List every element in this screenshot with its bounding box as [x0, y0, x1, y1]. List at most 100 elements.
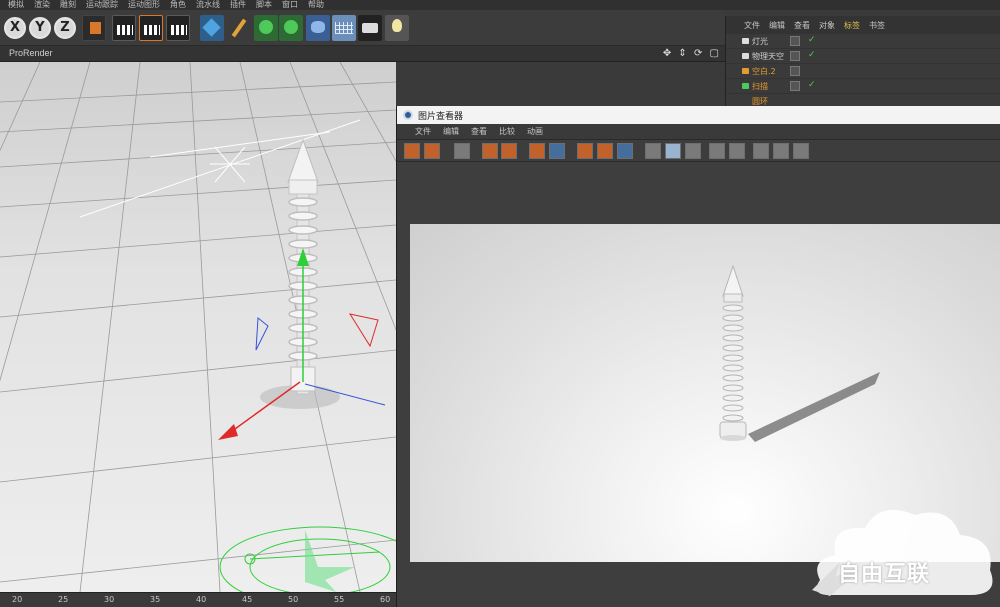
enabled-check-icon[interactable]: ✓ [808, 80, 816, 90]
region-icon[interactable] [454, 143, 470, 159]
om-menu-view[interactable]: 查看 [794, 20, 810, 31]
viewport-navigation-icons[interactable]: ✥ ⇕ ⟳ ▢ [663, 48, 721, 59]
menu-item-sculpt[interactable]: 雕刻 [60, 0, 76, 10]
ruler-tick: 25 [58, 595, 69, 604]
om-menu-object[interactable]: 对象 [819, 20, 835, 31]
object-manager-menu: 文件 编辑 查看 对象 标签 书签 [726, 16, 1000, 34]
cinema4d-logo-icon [403, 110, 413, 120]
object-row-light[interactable]: 灯光 ✓ [726, 34, 1000, 49]
object-row-sweep[interactable]: 扫描 ✓ [726, 79, 1000, 94]
rendered-screw [722, 304, 744, 422]
picture-viewer-titlebar[interactable]: 图片查看器 [397, 106, 1000, 124]
pv-menu-edit[interactable]: 编辑 [443, 126, 459, 137]
menu-item-render[interactable]: 渲染 [34, 0, 50, 10]
ruler-tick: 35 [150, 595, 161, 604]
floor-icon[interactable] [332, 15, 356, 41]
3d-viewport[interactable] [0, 62, 396, 592]
light-gizmo [79, 119, 361, 218]
light-icon[interactable] [385, 15, 409, 41]
menu-item-script[interactable]: 脚本 [256, 0, 272, 10]
picture-viewer-title: 图片查看器 [418, 111, 464, 122]
layout-split-icon[interactable] [773, 143, 789, 159]
camera-icon[interactable] [358, 15, 382, 41]
array-icon[interactable] [279, 15, 303, 41]
subdivision-icon[interactable] [254, 15, 278, 41]
null-object-icon [742, 68, 749, 74]
picture-viewer-menu: 文件 编辑 查看 比较 动画 [397, 124, 1000, 140]
picture-viewer-toolbar [397, 140, 1000, 162]
render-region-icon[interactable] [482, 143, 498, 159]
menu-item-pipeline[interactable]: 流水线 [196, 0, 220, 10]
visibility-toggle[interactable] [790, 81, 800, 91]
menu-item-window[interactable]: 窗口 [282, 0, 298, 10]
floor-grid [0, 62, 396, 592]
ruler-tick: 40 [196, 595, 207, 604]
copy-image-icon[interactable] [529, 143, 545, 159]
render-picture-icon[interactable] [597, 143, 613, 159]
z-axis-lock-button[interactable]: Z [54, 17, 76, 39]
sky-object-icon [742, 53, 749, 59]
object-name: 空白.2 [752, 67, 776, 76]
app-window: 模拟 渲染 雕刻 运动跟踪 运动图形 角色 流水线 插件 脚本 窗口 帮助 X … [0, 0, 1000, 607]
object-name: 扫描 [752, 82, 768, 91]
om-menu-file[interactable]: 文件 [744, 20, 760, 31]
sweep-object-icon [742, 83, 749, 89]
open-image-icon[interactable] [404, 143, 420, 159]
render-view-icon[interactable] [112, 15, 136, 41]
enabled-check-icon[interactable]: ✓ [808, 50, 816, 60]
paste-image-icon[interactable] [549, 143, 565, 159]
om-menu-tags[interactable]: 标签 [844, 20, 860, 31]
deformer-icon[interactable] [306, 15, 330, 41]
set-a-icon[interactable] [709, 143, 725, 159]
om-menu-bookmarks[interactable]: 书签 [869, 20, 885, 31]
pv-menu-compare[interactable]: 比较 [499, 126, 515, 137]
ruler-tick: 45 [242, 595, 253, 604]
viewport-scene [0, 62, 396, 592]
light-object-icon [742, 38, 749, 44]
timeline-ruler[interactable]: 20 25 30 35 40 45 50 55 60 [0, 592, 396, 607]
menu-item-motion-tracking[interactable]: 运动跟踪 [86, 0, 118, 10]
object-name: 灯光 [752, 37, 768, 46]
cube-icon[interactable] [200, 15, 224, 41]
om-menu-edit[interactable]: 编辑 [769, 20, 785, 31]
layout-grid-icon[interactable] [793, 143, 809, 159]
render-view-icon[interactable] [577, 143, 593, 159]
menu-item-plugins[interactable]: 插件 [230, 0, 246, 10]
ab-swap-icon[interactable] [665, 143, 681, 159]
ab-split-icon[interactable] [685, 143, 701, 159]
pv-menu-file[interactable]: 文件 [415, 126, 431, 137]
ab-compare-icon[interactable] [645, 143, 661, 159]
render-picture-viewer-icon[interactable] [139, 15, 163, 41]
ruler-tick: 20 [12, 595, 23, 604]
visibility-toggle[interactable] [790, 36, 800, 46]
menu-item-simulate[interactable]: 模拟 [8, 0, 24, 10]
viewport-title: ProRender [9, 48, 53, 58]
pen-icon[interactable] [227, 15, 251, 41]
object-row-physical-sky[interactable]: 物理天空 ✓ [726, 49, 1000, 64]
set-b-icon[interactable] [729, 143, 745, 159]
ruler-tick: 50 [288, 595, 299, 604]
render-queue-icon[interactable] [617, 143, 633, 159]
y-axis-lock-button[interactable]: Y [29, 17, 51, 39]
object-name: 物理天空 [752, 52, 784, 61]
x-axis-lock-button[interactable]: X [4, 17, 26, 39]
layout-icon[interactable] [753, 143, 769, 159]
main-menu-bar: 模拟 渲染 雕刻 运动跟踪 运动图形 角色 流水线 插件 脚本 窗口 帮助 [0, 0, 1000, 10]
object-manager: 文件 编辑 查看 对象 标签 书签 灯光 ✓ 物理天空 ✓ 空白.2 扫描 ✓ … [725, 16, 1000, 109]
ruler-tick: 60 [380, 595, 391, 604]
menu-item-mograph[interactable]: 运动图形 [128, 0, 160, 10]
visibility-toggle[interactable] [790, 66, 800, 76]
enabled-check-icon[interactable]: ✓ [808, 35, 816, 45]
render-settings-icon[interactable] [166, 15, 190, 41]
pv-menu-view[interactable]: 查看 [471, 126, 487, 137]
ruler-tick: 55 [334, 595, 345, 604]
render-active-object-icon[interactable] [501, 143, 517, 159]
visibility-toggle[interactable] [790, 51, 800, 61]
pv-menu-animation[interactable]: 动画 [527, 126, 543, 137]
save-image-icon[interactable] [424, 143, 440, 159]
ruler-tick: 30 [104, 595, 115, 604]
object-row-null[interactable]: 空白.2 [726, 64, 1000, 79]
menu-item-character[interactable]: 角色 [170, 0, 186, 10]
coordinate-system-icon[interactable] [82, 15, 106, 41]
menu-item-help[interactable]: 帮助 [308, 0, 324, 10]
